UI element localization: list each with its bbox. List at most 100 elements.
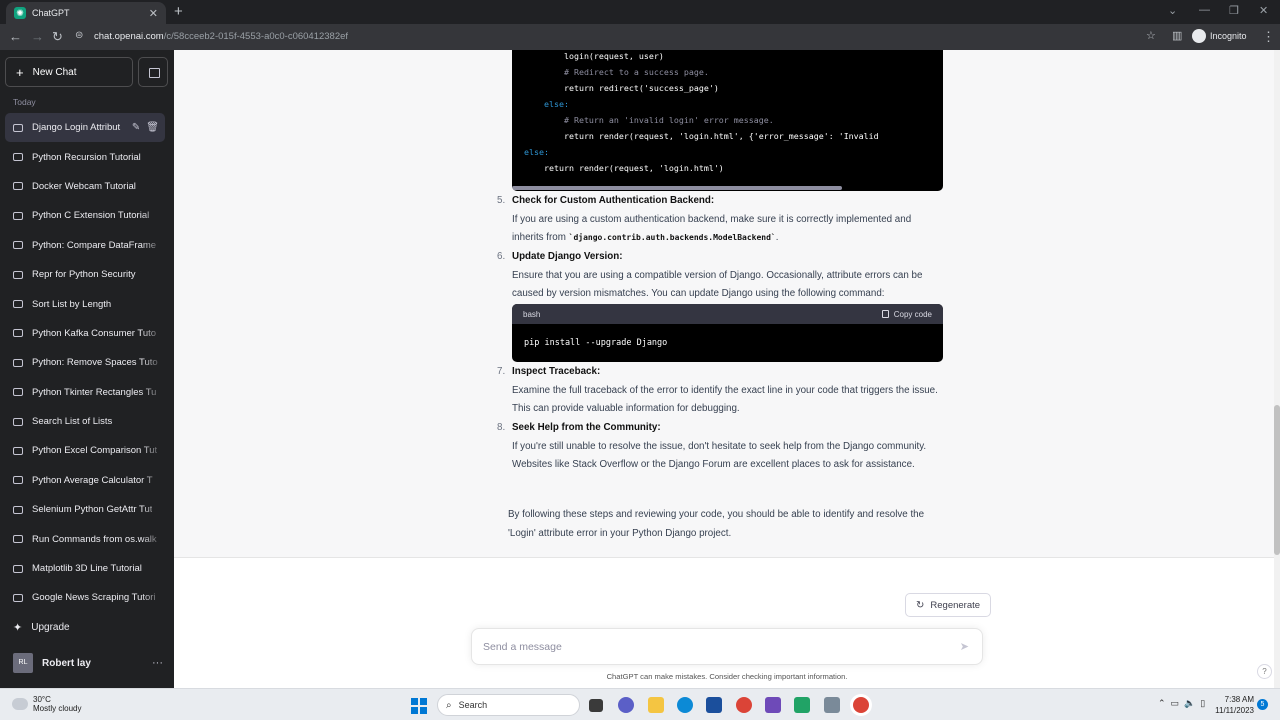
- excel-icon[interactable]: [794, 697, 810, 713]
- scrollbar-thumb[interactable]: [1274, 405, 1280, 555]
- refresh-icon: ↻: [916, 599, 925, 611]
- chat-item-label: Selenium Python GetAttr Tut: [32, 504, 153, 516]
- temperature: 30°C: [33, 695, 51, 704]
- bookmark-star-icon[interactable]: ☆: [1146, 29, 1156, 42]
- message-input[interactable]: Send a message ➤: [471, 628, 983, 665]
- chat-item[interactable]: Repr for Python Security: [5, 259, 165, 290]
- chat-main: login(request, user) # Redirect to a suc…: [174, 50, 1280, 688]
- chat-bubble-icon: [13, 358, 23, 367]
- clock[interactable]: 7:38 AM 11/11/2023: [1212, 694, 1254, 716]
- chat-item[interactable]: Python Tkinter Rectangles Tu: [5, 377, 165, 407]
- reload-icon[interactable]: ↻: [52, 29, 63, 45]
- app-icon[interactable]: [824, 697, 840, 713]
- site-info-icon[interactable]: ⊜: [75, 30, 83, 41]
- chat-item[interactable]: Python Average Calculator T: [5, 465, 165, 496]
- tab-search-icon[interactable]: ⌄: [1168, 4, 1177, 17]
- chat-item-label: Search List of Lists: [32, 416, 113, 428]
- chrome-active-icon[interactable]: [853, 697, 869, 713]
- window-close-icon[interactable]: ✕: [1259, 4, 1268, 17]
- send-icon[interactable]: ➤: [960, 640, 969, 653]
- step-title: Inspect Traceback:: [512, 366, 601, 377]
- chat-item[interactable]: Python: Remove Spaces Tuto: [5, 348, 165, 378]
- list-item: 7. Inspect Traceback: Examine the full t…: [497, 363, 942, 419]
- delete-icon[interactable]: 🗑: [146, 122, 159, 133]
- time: 7:38 AM: [1224, 695, 1254, 704]
- address-bar[interactable]: ⊜ chat.openai.com/c/58cceeb2-015f-4553-a…: [70, 27, 1165, 47]
- chat-bubble-icon: [13, 241, 23, 250]
- edit-icon[interactable]: ✎: [132, 122, 140, 133]
- taskbar-search-label: Search: [458, 700, 488, 710]
- chat-item[interactable]: Django Login Attribut ✎ 🗑: [5, 113, 165, 143]
- chat-item[interactable]: Docker Webcam Tutorial: [5, 171, 165, 202]
- history-group-label: Today: [13, 97, 36, 107]
- chat-bubble-icon: [13, 153, 23, 162]
- chat-item[interactable]: Google News Scraping Tutori: [5, 583, 165, 613]
- code-block-header: bash Copy code: [512, 304, 943, 324]
- store-icon[interactable]: [706, 697, 722, 713]
- user-menu[interactable]: RL Robert lay ···: [13, 653, 163, 673]
- task-view-icon[interactable]: [589, 699, 603, 712]
- new-chat-button[interactable]: + New Chat: [5, 57, 133, 87]
- close-tab-icon[interactable]: ✕: [149, 7, 158, 20]
- weather-condition: Mostly cloudy: [33, 704, 82, 713]
- chat-item-label: Python Recursion Tutorial: [32, 151, 141, 163]
- chat-item[interactable]: Run Commands from os.walk: [5, 524, 165, 554]
- chat-item[interactable]: Python: Compare DataFrame: [5, 230, 165, 260]
- sidebar-toggle-icon[interactable]: [138, 57, 168, 87]
- notification-badge[interactable]: 5: [1257, 699, 1268, 710]
- chat-bubble-icon: [13, 446, 23, 455]
- chat-item[interactable]: Search List of Lists: [5, 406, 165, 437]
- page-scrollbar[interactable]: [1274, 50, 1280, 688]
- chat-item[interactable]: Selenium Python GetAttr Tut: [5, 495, 165, 525]
- taskbar-search[interactable]: ⌕ Search: [437, 694, 580, 716]
- chat-item-label: Matplotlib 3D Line Tutorial: [32, 563, 142, 575]
- step-title: Update Django Version:: [512, 251, 623, 262]
- inline-code: `django.contrib.auth.backends.ModelBacke…: [568, 233, 776, 243]
- chat-bubble-icon: [13, 300, 23, 309]
- browser-menu-icon[interactable]: ⋮: [1262, 29, 1275, 45]
- browser-tab[interactable]: ✺ ChatGPT ✕: [6, 2, 166, 24]
- chat-item[interactable]: Python C Extension Tutorial: [5, 201, 165, 231]
- step-title: Seek Help from the Community:: [512, 422, 661, 433]
- incognito-indicator[interactable]: Incognito: [1192, 29, 1247, 43]
- copy-code-button[interactable]: Copy code: [881, 310, 932, 319]
- back-icon[interactable]: ←: [9, 29, 22, 44]
- incognito-label: Incognito: [1210, 31, 1247, 41]
- chat-bubble-icon: [13, 535, 23, 544]
- chat-item-label: Docker Webcam Tutorial: [32, 180, 136, 192]
- chrome-icon[interactable]: [736, 697, 752, 713]
- chat-bubble-icon: [13, 329, 23, 338]
- app-icon[interactable]: [765, 697, 781, 713]
- upgrade-button[interactable]: ✦ Upgrade: [13, 621, 70, 634]
- file-explorer-icon[interactable]: [648, 697, 664, 713]
- edge-icon[interactable]: [677, 697, 693, 713]
- avatar: RL: [13, 653, 33, 673]
- chat-item[interactable]: Python Kafka Consumer Tuto: [5, 318, 165, 349]
- more-options-icon[interactable]: ···: [152, 657, 163, 669]
- disclaimer: ChatGPT can make mistakes. Consider chec…: [606, 672, 848, 681]
- chat-app-icon[interactable]: [618, 697, 634, 713]
- system-tray-icons[interactable]: ⌃ ▭ 🔈 ▯: [1158, 698, 1205, 709]
- chat-item[interactable]: Python Recursion Tutorial: [5, 142, 165, 172]
- assistant-message: login(request, user) # Redirect to a suc…: [174, 50, 1274, 558]
- minimize-icon[interactable]: —: [1199, 4, 1210, 16]
- chat-item[interactable]: Python Excel Comparison Tut: [5, 436, 165, 466]
- forward-icon[interactable]: →: [31, 29, 44, 44]
- chat-item-label: Run Commands from os.walk: [32, 533, 157, 545]
- new-tab-icon[interactable]: +: [174, 3, 183, 20]
- chatgpt-favicon-icon: ✺: [14, 7, 26, 19]
- weather-widget[interactable]: 30°C Mostly cloudy: [10, 694, 82, 713]
- chat-item[interactable]: Sort List by Length: [5, 289, 165, 319]
- chat-bubble-icon: [13, 123, 23, 132]
- code-scrollbar[interactable]: [512, 186, 842, 190]
- side-panel-icon[interactable]: ▥: [1172, 29, 1182, 42]
- chat-item-label: Python Tkinter Rectangles Tu: [32, 386, 157, 398]
- chat-item-label: Python Excel Comparison Tut: [32, 445, 158, 457]
- help-icon[interactable]: ?: [1257, 664, 1272, 679]
- new-chat-label: New Chat: [32, 66, 77, 78]
- maximize-icon[interactable]: ❐: [1229, 4, 1239, 17]
- chat-item[interactable]: Matplotlib 3D Line Tutorial: [5, 553, 165, 584]
- windows-start-icon[interactable]: [411, 698, 427, 714]
- regenerate-button[interactable]: ↻ Regenerate: [905, 593, 992, 617]
- chat-bubble-icon: [13, 211, 23, 220]
